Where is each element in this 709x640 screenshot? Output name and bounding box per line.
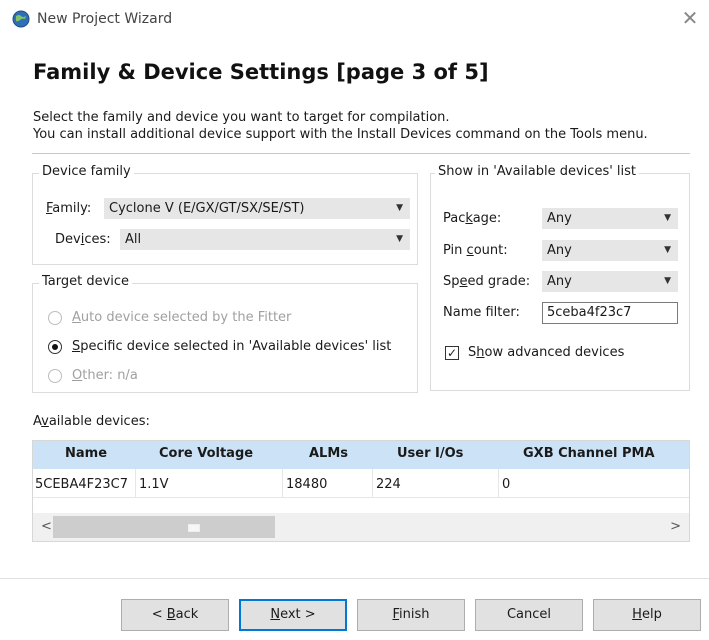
chevron-down-icon: ▼ xyxy=(664,245,671,255)
header-divider xyxy=(32,153,690,154)
show-in-list-group-title: Show in 'Available devices' list xyxy=(435,164,640,179)
column-header-gxb-channel-pma[interactable]: GXB Channel PMA xyxy=(523,446,655,461)
cancel-button[interactable]: Cancel xyxy=(475,599,583,631)
column-divider xyxy=(372,469,373,497)
name-filter-input[interactable]: 5ceba4f23c7 xyxy=(542,302,678,324)
globe-app-icon xyxy=(12,10,30,28)
chevron-down-icon: ▼ xyxy=(396,203,403,213)
scrollbar-thumb[interactable] xyxy=(53,516,275,538)
column-divider xyxy=(282,469,283,497)
window-title: New Project Wizard xyxy=(37,11,173,27)
available-devices-label: Available devices: xyxy=(33,414,150,429)
show-advanced-checkbox[interactable]: ✓ xyxy=(445,346,459,360)
description-line-1: Select the family and device you want to… xyxy=(33,110,450,125)
column-header-user-ios[interactable]: User I/Os xyxy=(397,446,463,461)
table-cell-core-voltage[interactable]: 1.1V xyxy=(139,477,169,492)
column-header-core-voltage[interactable]: Core Voltage xyxy=(159,446,253,461)
package-label: Package: xyxy=(443,211,502,226)
row-divider xyxy=(33,497,689,498)
scroll-right-icon[interactable]: > xyxy=(670,519,681,534)
next-button[interactable]: Next > xyxy=(239,599,347,631)
scroll-left-icon[interactable]: < xyxy=(41,519,52,534)
table-cell-gxb-channel-pma[interactable]: 0 xyxy=(502,477,510,492)
auto-device-radio[interactable] xyxy=(48,311,62,325)
page-title: Family & Device Settings [page 3 of 5] xyxy=(33,60,489,84)
target-device-group-title: Target device xyxy=(39,274,133,289)
close-icon[interactable]: ✕ xyxy=(680,8,700,28)
column-divider xyxy=(498,469,499,497)
column-header-name[interactable]: Name xyxy=(65,446,107,461)
horizontal-scrollbar[interactable]: < > xyxy=(33,513,689,541)
chevron-down-icon: ▼ xyxy=(396,234,403,244)
family-label: Family: xyxy=(46,201,92,216)
specific-device-radio[interactable] xyxy=(48,340,62,354)
chevron-down-icon: ▼ xyxy=(664,276,671,286)
speed-grade-label: Speed grade: xyxy=(443,274,531,289)
finish-button[interactable]: Finish xyxy=(357,599,465,631)
chevron-down-icon: ▼ xyxy=(664,213,671,223)
other-device-radio[interactable] xyxy=(48,369,62,383)
column-header-alms[interactable]: ALMs xyxy=(309,446,348,461)
back-button[interactable]: < Back xyxy=(121,599,229,631)
family-select[interactable]: Cyclone V (E/GX/GT/SX/SE/ST) ▼ xyxy=(104,198,410,219)
description-line-2: You can install additional device suppor… xyxy=(33,127,648,142)
pin-count-label: Pin count: xyxy=(443,243,508,258)
footer-divider xyxy=(0,578,709,579)
specific-device-label: Specific device selected in 'Available d… xyxy=(72,339,392,354)
device-family-group xyxy=(32,173,418,265)
scrollbar-grip xyxy=(188,524,200,532)
auto-device-label: Auto device selected by the Fitter xyxy=(72,310,292,325)
device-family-group-title: Device family xyxy=(39,164,134,179)
show-advanced-label: Show advanced devices xyxy=(468,345,625,360)
devices-select[interactable]: All ▼ xyxy=(120,229,410,250)
devices-label: Devices: xyxy=(55,232,111,247)
speed-grade-select[interactable]: Any ▼ xyxy=(542,271,678,292)
table-cell-alms[interactable]: 18480 xyxy=(286,477,327,492)
table-cell-name[interactable]: 5CEBA4F23C7 xyxy=(35,477,128,492)
name-filter-label: Name filter: xyxy=(443,305,520,320)
other-device-label: Other: n/a xyxy=(72,368,138,383)
available-devices-table[interactable]: Name Core Voltage ALMs User I/Os GXB Cha… xyxy=(32,440,690,542)
column-divider xyxy=(135,469,136,497)
pin-count-select[interactable]: Any ▼ xyxy=(542,240,678,261)
table-cell-user-ios[interactable]: 224 xyxy=(376,477,401,492)
help-button[interactable]: Help xyxy=(593,599,701,631)
radio-selected-dot xyxy=(52,344,58,350)
table-header: Name Core Voltage ALMs User I/Os GXB Cha… xyxy=(33,441,689,469)
package-select[interactable]: Any ▼ xyxy=(542,208,678,229)
